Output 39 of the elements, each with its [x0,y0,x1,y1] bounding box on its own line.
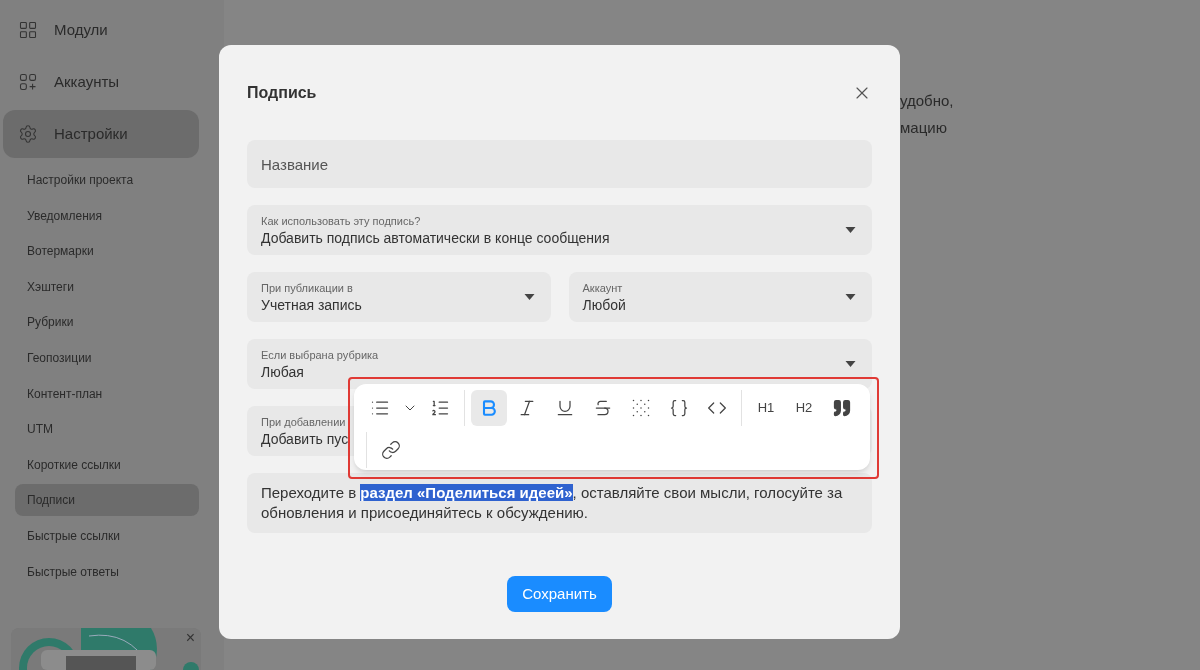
link-icon [381,440,401,460]
select-field[interactable]: При публикации в Учетная запись [247,272,551,322]
sidebar-subitem[interactable]: Подписи [15,484,199,517]
grid-plus-icon [18,72,38,92]
braces-icon [669,398,689,418]
background-text: мацию [900,117,947,138]
select-field[interactable]: Если выбрана рубрика Любая [247,339,872,389]
dropdown-caret-icon [523,294,535,300]
select-field[interactable]: Аккаунт Любой [568,272,872,322]
field-label: При публикации в [261,281,353,295]
editor-field[interactable]: Переходите в раздел «Поделиться идеей», оставляйте свои мысли, голосуйте за обновления и присоединяйтесь к обсуждению. [247,473,872,533]
settings-icon [18,124,38,144]
dropdown-caret-icon [845,227,856,233]
dropdown-caret-icon [845,294,856,300]
sidebar-item[interactable]: Настройки [3,110,199,158]
field-value: Добавить пус [261,430,349,449]
field-value: Любая [261,363,304,382]
quote-icon [832,398,852,418]
heading-button[interactable]: H1 [748,390,784,426]
field-label: Как использовать эту подпись? [261,214,421,228]
field-value: Учетная запись [261,296,362,315]
dropdown-caret-icon [845,361,856,367]
save-button[interactable]: Сохранить [507,576,612,612]
background-text: удобно, [900,91,954,111]
field-value: Добавить подпись автоматически в конце сообщения [261,229,610,248]
numbered-list-icon [430,398,450,418]
heading-button[interactable]: H2 [786,390,822,426]
field-value: Любой [582,296,626,315]
dialog-title: Подпись [247,82,317,103]
field-label: Аккаунт [582,281,623,295]
select-field[interactable]: Как использовать эту подпись? Добавить подпись автоматически в конце сообщения [247,205,872,255]
dotted-square-icon [631,398,651,418]
underline-icon [555,398,575,418]
name-field[interactable]: Название [247,140,872,188]
field-label: Если выбрана рубрика [261,348,379,362]
strikethrough-icon [593,398,613,418]
close-button[interactable]: × [185,630,195,646]
grid-icon [18,20,38,40]
field-label: При добавлении [261,415,346,429]
